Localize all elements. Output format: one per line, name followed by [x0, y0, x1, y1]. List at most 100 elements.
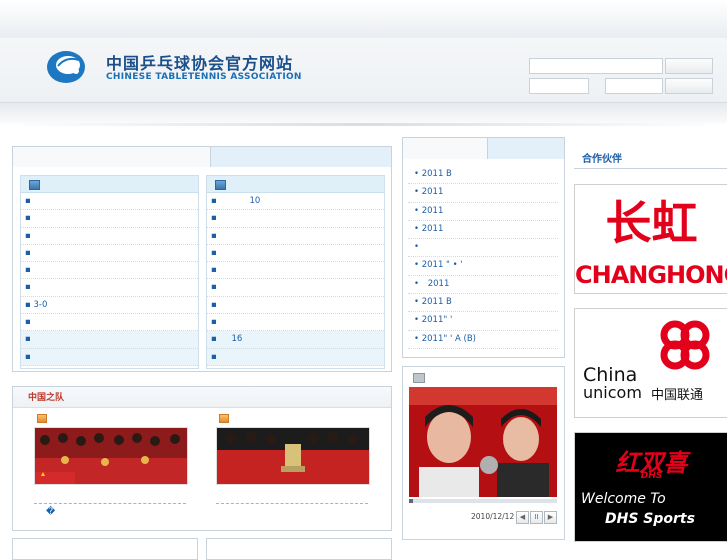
- nav-divider: [0, 123, 727, 126]
- feed-item-text[interactable]: 2011" ' A (B): [422, 334, 476, 344]
- site-title-en[interactable]: CHINESE TABLETENNIS ASSOCIATION: [106, 72, 302, 82]
- list-item[interactable]: ▪: [21, 228, 198, 245]
- list-item[interactable]: ▪: [21, 331, 198, 349]
- password-field[interactable]: [605, 78, 663, 94]
- news-feed-panel: • 2011 B • 2011 • 2011 • 2011 • • 2011 "…: [402, 137, 565, 358]
- login-button[interactable]: [665, 78, 713, 94]
- dhs-sub-logo: DHS: [640, 471, 663, 481]
- list-item[interactable]: ▪: [21, 348, 198, 366]
- feed-tab-active[interactable]: [487, 138, 564, 159]
- feed-item-text[interactable]: 2011: [422, 224, 444, 234]
- list-item-text[interactable]: 16: [231, 334, 242, 344]
- unicom-knot-icon: [660, 320, 710, 370]
- bullet-icon: ▪: [211, 265, 217, 276]
- rss-icon: [219, 414, 229, 423]
- bullet-icon: ▪: [25, 230, 31, 241]
- list-item[interactable]: ▪: [207, 348, 384, 366]
- team-title: 中国之队: [28, 393, 65, 403]
- list-item[interactable]: ▪: [207, 297, 384, 315]
- feed-item[interactable]: • 2011" ': [408, 312, 558, 331]
- bullet-icon: ▪: [25, 317, 31, 328]
- bullet-icon: ▪: [211, 299, 217, 310]
- feed-item[interactable]: • 2011: [408, 276, 558, 295]
- username-field[interactable]: [529, 78, 589, 94]
- bullet-icon: ▪: [25, 213, 31, 224]
- video-progress-knob[interactable]: [409, 499, 413, 503]
- list-item[interactable]: ▪ 3-0: [21, 297, 198, 315]
- feed-item-text[interactable]: 2011: [428, 279, 450, 289]
- search-input[interactable]: [529, 58, 663, 74]
- team-panel: 中国之队 �: [12, 386, 392, 531]
- logo-icon[interactable]: [46, 48, 90, 84]
- bullet-icon: ▪: [211, 247, 217, 258]
- partner-ad-dhs[interactable]: 红双喜 DHS Welcome To DHS Sports: [574, 432, 727, 542]
- search-button[interactable]: [665, 58, 713, 74]
- prev-button[interactable]: ◀: [516, 511, 529, 524]
- team-photo[interactable]: [216, 427, 370, 485]
- news-list-2: ▪ 10 ▪ ▪ ▪ ▪ ▪ ▪ ▪ ▪ 16 ▪: [206, 175, 385, 369]
- caption-divider: [34, 503, 186, 504]
- feed-item-text[interactable]: 2011" ': [422, 315, 453, 325]
- changhong-en-logo: CHANGHONG: [575, 261, 727, 289]
- video-date: 2010/12/12: [471, 512, 515, 521]
- bullet-icon: ▪: [25, 196, 31, 206]
- dhs-sports: DHS Sports: [605, 511, 695, 527]
- list-item[interactable]: ▪: [21, 245, 198, 263]
- list-item[interactable]: ▪: [207, 228, 384, 245]
- list-item[interactable]: ▪: [21, 279, 198, 297]
- feed-item-text[interactable]: 2011 B: [422, 297, 452, 307]
- feed-item-text[interactable]: 2011 " • ': [422, 260, 463, 270]
- list-item[interactable]: ▪: [21, 193, 198, 211]
- list-item-text[interactable]: 10: [249, 196, 260, 206]
- bullet-icon: ▪: [25, 351, 31, 362]
- list-item[interactable]: ▪: [21, 314, 198, 332]
- arrow-icon: [29, 180, 40, 190]
- pause-button[interactable]: II: [530, 511, 543, 524]
- feed-item-text[interactable]: 2011 B: [422, 169, 452, 179]
- news-panel: ▪ ▪ ▪ ▪ ▪ ▪ ▪ 3-0 ▪ ▪ ▪ ▪ 10 ▪ ▪ ▪ ▪ ▪ ▪…: [12, 146, 392, 372]
- partner-ad-changhong[interactable]: 长虹 CHANGHONG: [574, 184, 727, 294]
- partner-ad-unicom[interactable]: China unicom 中国联通: [574, 308, 727, 418]
- changhong-cn-logo: 长虹: [605, 196, 698, 250]
- list-item[interactable]: ▪: [207, 262, 384, 280]
- bullet-icon: ▪: [25, 282, 31, 293]
- feed-item[interactable]: • 2011" ' A (B): [408, 331, 558, 349]
- video-thumbnail[interactable]: [409, 387, 557, 497]
- feed-item[interactable]: • 2011 B: [408, 166, 558, 185]
- feed-item[interactable]: • 2011: [408, 184, 558, 203]
- feed-item[interactable]: • 2011: [408, 203, 558, 221]
- feed-item-text[interactable]: 2011: [422, 206, 444, 216]
- top-band: [0, 0, 727, 38]
- list-header: [207, 176, 384, 193]
- team-photo[interactable]: [34, 427, 188, 485]
- dhs-welcome: Welcome To: [581, 491, 666, 507]
- list-item[interactable]: ▪: [207, 279, 384, 297]
- bullet-icon: ▪: [25, 247, 31, 258]
- list-header: [21, 176, 198, 193]
- list-item[interactable]: ▪: [207, 314, 384, 332]
- feed-list: • 2011 B • 2011 • 2011 • 2011 • • 2011 "…: [408, 166, 558, 349]
- list-item-text[interactable]: 3-0: [33, 300, 47, 310]
- list-item[interactable]: ▪: [207, 210, 384, 228]
- tab-active[interactable]: [210, 147, 391, 167]
- bullet-icon: ▪: [211, 196, 217, 206]
- news-list-1: ▪ ▪ ▪ ▪ ▪ ▪ ▪ 3-0 ▪ ▪ ▪: [20, 175, 199, 369]
- team-caption[interactable]: �: [46, 507, 55, 517]
- partners-title: 合作伙伴: [582, 154, 622, 165]
- site-title-cn[interactable]: 中国乒乓球协会官方网站: [106, 50, 293, 74]
- feed-item[interactable]: • 2011: [408, 221, 558, 240]
- feed-item[interactable]: •: [408, 239, 558, 258]
- list-item[interactable]: ▪ 10: [207, 193, 384, 211]
- video-progress-bar[interactable]: [409, 499, 557, 503]
- list-item[interactable]: ▪ 16: [207, 331, 384, 349]
- partners-divider: [574, 168, 727, 169]
- feed-item-text[interactable]: 2011: [422, 187, 444, 197]
- list-item[interactable]: ▪: [207, 245, 384, 263]
- bullet-icon: ▪: [211, 351, 217, 362]
- feed-item[interactable]: • 2011 B: [408, 294, 558, 313]
- list-item[interactable]: ▪: [21, 210, 198, 228]
- list-item[interactable]: ▪: [21, 262, 198, 280]
- bullet-icon: ▪: [211, 317, 217, 328]
- feed-item[interactable]: • 2011 " • ': [408, 257, 558, 276]
- next-button[interactable]: ▶: [544, 511, 557, 524]
